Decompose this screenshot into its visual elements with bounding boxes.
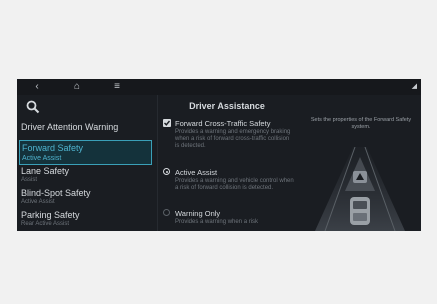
sidebar-item-sublabel: Rear Active Assist (21, 221, 70, 227)
sidebar-item-label: Driver Attention Warning (21, 122, 119, 132)
option-label: Active Assist (175, 168, 218, 177)
option-label: Warning Only (175, 209, 221, 218)
search-icon[interactable] (26, 100, 40, 114)
option-label: Forward Cross-Traffic Safety (175, 119, 271, 128)
radio-unselected-icon[interactable] (163, 209, 170, 216)
sidebar-item-label: Forward Safety (22, 143, 84, 153)
sidebar: Driver Attention Warning Forward Safety … (17, 95, 157, 231)
checkbox-checked-icon[interactable] (163, 119, 171, 127)
option-forward-cross-traffic-safety[interactable]: Forward Cross-Traffic Safety Provides a … (163, 119, 293, 157)
radio-selected-icon[interactable] (163, 168, 170, 175)
option-description: Provides a warning when a risk (175, 219, 259, 225)
sidebar-item-blind-spot-safety[interactable]: Blind-Spot Safety Active Assist (17, 188, 157, 210)
menu-icon[interactable]: ≡ (109, 81, 125, 93)
help-pane: Sets the properties of the Forward Safet… (299, 95, 421, 231)
sidebar-item-sublabel: Active Assist (22, 155, 62, 162)
back-icon[interactable]: ‹ (29, 81, 45, 93)
sidebar-item-label: Blind-Spot Safety (21, 188, 91, 198)
option-warning-only[interactable]: Warning Only Provides a warning when a r… (163, 209, 293, 231)
help-text: Sets the properties of the Forward Safet… (310, 117, 412, 130)
sidebar-item-forward-safety[interactable]: Forward Safety Active Assist (19, 140, 152, 165)
sidebar-item-label: Lane Safety (21, 166, 70, 176)
sidebar-item-lane-safety[interactable]: Lane Safety Assist (17, 166, 157, 188)
divider (157, 95, 158, 231)
option-description: Provides a warning and emergency braking… (175, 129, 291, 149)
sidebar-item-parking-safety[interactable]: Parking Safety Rear Active Assist (17, 210, 157, 231)
home-icon[interactable]: ⌂ (69, 81, 85, 93)
sidebar-item-sublabel: Active Assist (21, 199, 55, 205)
option-description: Provides a warning and vehicle control w… (175, 178, 294, 191)
option-active-assist[interactable]: Active Assist Provides a warning and veh… (163, 168, 294, 204)
sidebar-item-driver-attention-warning[interactable]: Driver Attention Warning (17, 122, 157, 136)
top-bar: ‹ ⌂ ≡ ◢ (17, 79, 421, 95)
sidebar-item-label: Parking Safety (21, 210, 80, 220)
signal-icon: ◢ (411, 83, 417, 90)
infotainment-screen: ‹ ⌂ ≡ ◢ Driver Attention Warning Forward… (17, 79, 421, 231)
page-title: Driver Assistance (189, 101, 265, 111)
road-illustration-icon (315, 147, 405, 231)
sidebar-item-sublabel: Assist (21, 177, 38, 183)
